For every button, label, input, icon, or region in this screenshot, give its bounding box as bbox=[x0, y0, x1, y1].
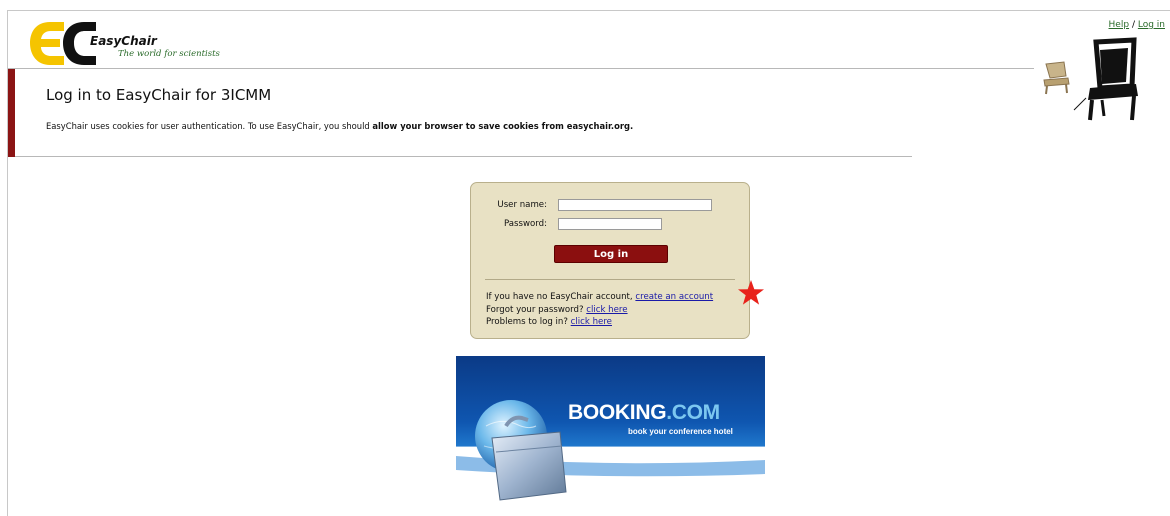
login-button[interactable]: Log in bbox=[554, 245, 668, 263]
logo-name: EasyChair bbox=[90, 34, 157, 48]
forgot-password-link[interactable]: click here bbox=[586, 305, 627, 315]
header-bottom-divider bbox=[15, 156, 912, 157]
ad-tagline: book your conference hotel bbox=[628, 427, 733, 436]
logo-tagline: The world for scientists bbox=[118, 49, 220, 59]
login-link[interactable]: Log in bbox=[1138, 20, 1165, 30]
chair-illustration-icon bbox=[1043, 37, 1138, 121]
form-divider bbox=[485, 279, 735, 280]
help-links: If you have no EasyChair account, create… bbox=[486, 291, 713, 329]
cookie-notice: EasyChair uses cookies for user authenti… bbox=[46, 121, 746, 132]
cookie-notice-text: EasyChair uses cookies for user authenti… bbox=[46, 121, 373, 131]
ad-background bbox=[456, 356, 765, 516]
easychair-logo-icon bbox=[30, 22, 96, 65]
link-separator: / bbox=[1131, 20, 1135, 30]
password-input[interactable] bbox=[558, 218, 662, 230]
problems-link[interactable]: click here bbox=[571, 317, 612, 327]
no-account-line: If you have no EasyChair account, create… bbox=[486, 291, 713, 304]
page-title: Log in to EasyChair for 3ICMM bbox=[46, 86, 272, 104]
forgot-password-line: Forgot your password? click here bbox=[486, 304, 713, 317]
forgot-password-text: Forgot your password? bbox=[486, 304, 587, 315]
ad-brand-dotcom: .COM bbox=[666, 401, 720, 424]
ad-brand: BOOKING.COM bbox=[568, 401, 720, 425]
no-account-text: If you have no EasyChair account, bbox=[486, 292, 636, 302]
login-form: User name: Password: Log in If you have … bbox=[470, 182, 750, 339]
top-links: Help / Log in bbox=[1109, 20, 1165, 30]
help-link[interactable]: Help bbox=[1109, 20, 1130, 30]
create-account-link[interactable]: create an account bbox=[635, 292, 713, 302]
accent-bar bbox=[8, 69, 15, 157]
username-label: User name: bbox=[497, 200, 547, 210]
username-input[interactable] bbox=[558, 199, 712, 211]
star-marker-icon bbox=[738, 280, 764, 305]
outer-frame-top bbox=[7, 10, 1170, 11]
password-label: Password: bbox=[503, 219, 547, 229]
star-marker bbox=[737, 280, 765, 306]
cookie-notice-bold: allow your browser to save cookies from … bbox=[372, 121, 634, 131]
problems-line: Problems to log in? click here bbox=[486, 316, 713, 329]
booking-ad-banner[interactable]: BOOKING.COM book your conference hotel bbox=[456, 356, 765, 516]
problems-text: Problems to log in? bbox=[486, 317, 571, 328]
chair-illustration bbox=[1040, 36, 1145, 126]
header-divider bbox=[8, 68, 1034, 69]
ad-brand-main: BOOKING bbox=[568, 401, 667, 424]
